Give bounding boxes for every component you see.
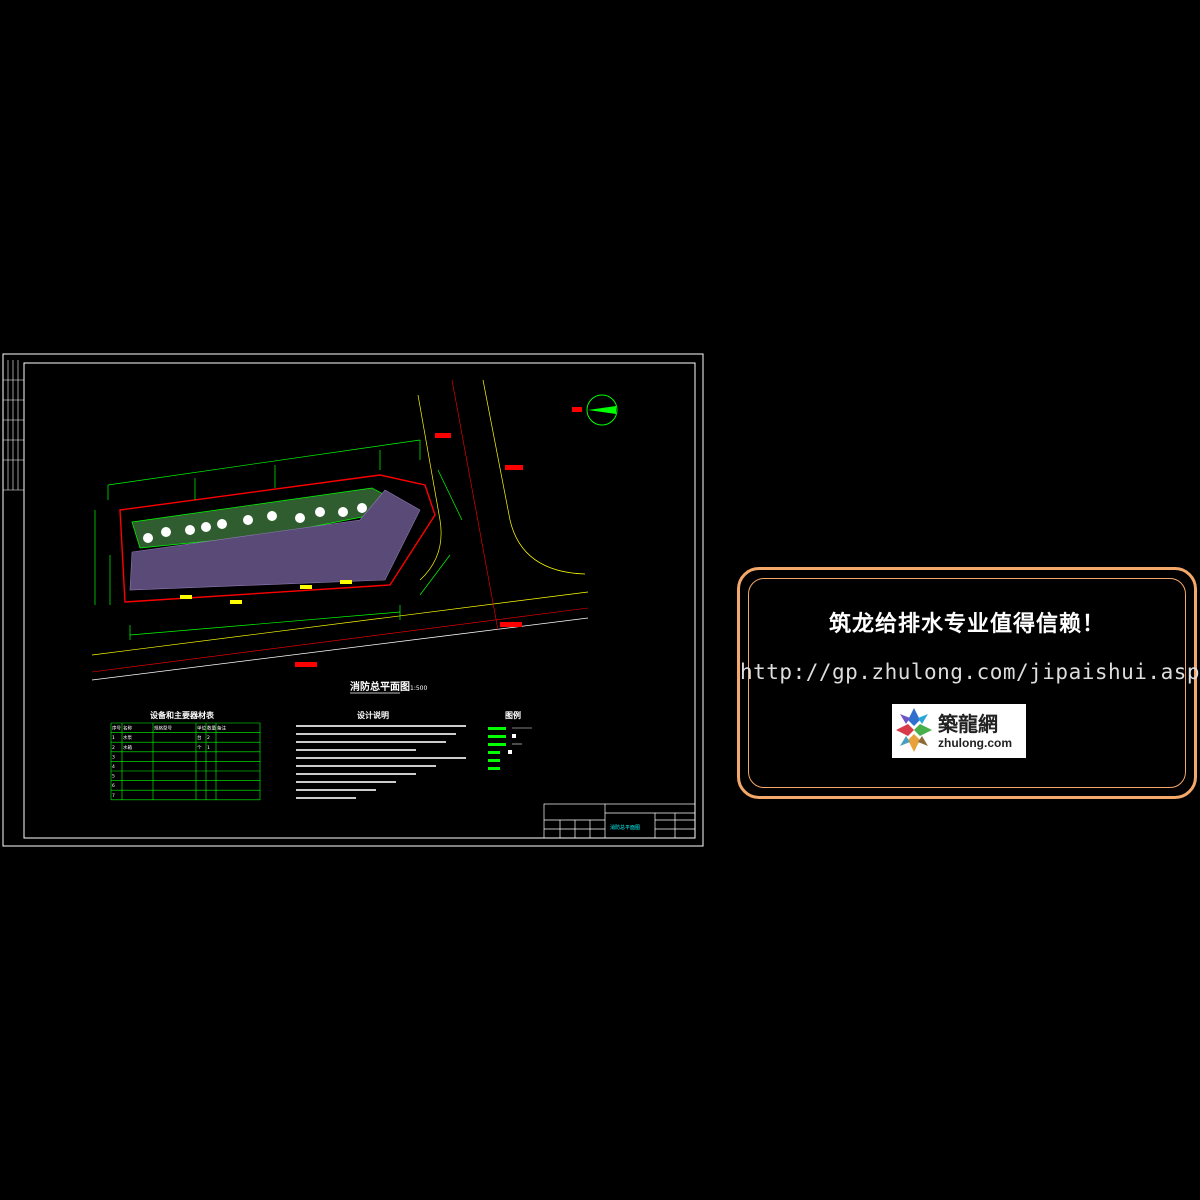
promo-banner: 筑龙给排水专业值得信赖！ http://gp.zhulong.com/jipai… (737, 567, 1200, 799)
table-header-cell: 数量 (207, 725, 216, 732)
title-block (543, 803, 696, 839)
outer-frame (2, 353, 704, 847)
table-cell: 水泵 (123, 734, 132, 741)
plan-scale: 1:500 (410, 685, 427, 692)
logo-english-text: zhulong.com (938, 736, 1012, 750)
legend-title: 图例 (505, 710, 521, 720)
zhulong-logo-icon (896, 708, 932, 752)
design-notes-lines (296, 725, 466, 799)
table-cell: 台 (197, 734, 202, 741)
legend-items (488, 727, 532, 770)
table-header-cell: 单位 (197, 725, 206, 732)
plan-title: 消防总平面图 (350, 680, 410, 693)
table-cell: 3 (112, 754, 115, 760)
table-cell: 5 (112, 774, 115, 780)
table-cell: 2 (112, 745, 115, 751)
table-header-cell: 名称 (123, 725, 132, 732)
table-header-cell: 规格型号 (154, 725, 172, 732)
logo-chinese-text: 築龍網 (938, 712, 998, 736)
table-cell: 1 (112, 735, 115, 741)
titleblock-drawing-name: 消防总平面图 (610, 824, 640, 831)
table-cell: 6 (112, 783, 115, 789)
table-title: 设备和主要器材表 (150, 710, 215, 720)
equipment-table: 序号 名称 规格型号 单位 数量 备注1 水泵台 22 水箱个 134567 (110, 722, 261, 801)
promo-title: 筑龙给排水专业值得信赖！ (828, 612, 1105, 637)
table-header-cell: 序号 (112, 725, 121, 732)
table-header-cell: 备注 (217, 725, 226, 732)
table-cell: 个 (197, 745, 202, 751)
table-cell: 2 (207, 735, 210, 741)
promo-url-link[interactable]: http://gp.zhulong.com/jipaishui.asp (740, 660, 1200, 684)
table-cell: 7 (112, 793, 115, 799)
zhulong-logo: 築龍網 zhulong.com (892, 704, 1026, 758)
table-cell: 1 (207, 745, 210, 751)
notes-title: 设计说明 (357, 710, 389, 720)
binding-strip (3, 360, 24, 491)
table-cell: 水箱 (123, 744, 132, 751)
north-arrow-icon (572, 394, 618, 426)
table-cell: 4 (112, 764, 115, 770)
